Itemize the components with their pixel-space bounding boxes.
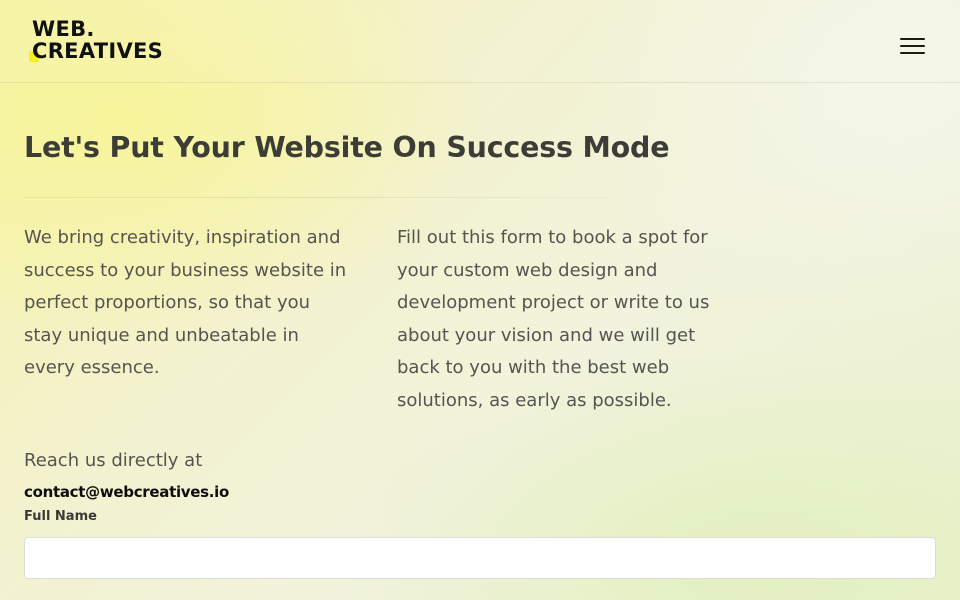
intro-right-line: development project or write to us — [397, 292, 710, 313]
site-header: WEB. CREATIVES — [0, 0, 960, 83]
logo-line-creatives: CREATIVES — [32, 39, 164, 63]
contact-email-link[interactable]: contact@webcreatives.io — [24, 481, 229, 503]
menu-bar-bottom — [900, 52, 925, 54]
intro-paragraph-right: Fill out this form to book a spot for yo… — [397, 222, 767, 417]
menu-bar-middle — [900, 45, 925, 47]
logo-line-creatives-wrap: CREATIVES — [29, 39, 164, 63]
hamburger-menu-icon[interactable] — [898, 34, 928, 60]
page-title: Let's Put Your Website On Success Mode — [24, 131, 670, 164]
intro-right-line: back to you with the best web — [397, 357, 670, 378]
full-name-input[interactable] — [24, 537, 936, 579]
intro-left-line: stay unique and unbeatable in — [24, 324, 299, 346]
menu-bar-top — [900, 38, 925, 40]
intro-right-line: about your vision and we will get — [397, 324, 696, 346]
intro-right-line: Fill out this form to book a spot for — [397, 227, 708, 248]
intro-left-line: perfect proportions, so that you — [24, 292, 311, 313]
title-divider — [24, 197, 610, 198]
brand-logo[interactable]: WEB. CREATIVES — [29, 17, 164, 63]
intro-left-line: success to your business website in — [24, 259, 347, 281]
intro-right-line: your custom web design and — [397, 259, 658, 281]
full-name-label: Full Name — [24, 509, 97, 524]
intro-paragraph-left: We bring creativity, inspiration and suc… — [24, 222, 394, 385]
reach-us-label: Reach us directly at — [24, 450, 203, 471]
intro-right-line: solutions, as early as possible. — [397, 389, 672, 411]
intro-left-line: every essence. — [24, 357, 160, 378]
intro-left-line: We bring creativity, inspiration and — [24, 227, 341, 248]
logo-line-web: WEB. — [32, 17, 95, 41]
